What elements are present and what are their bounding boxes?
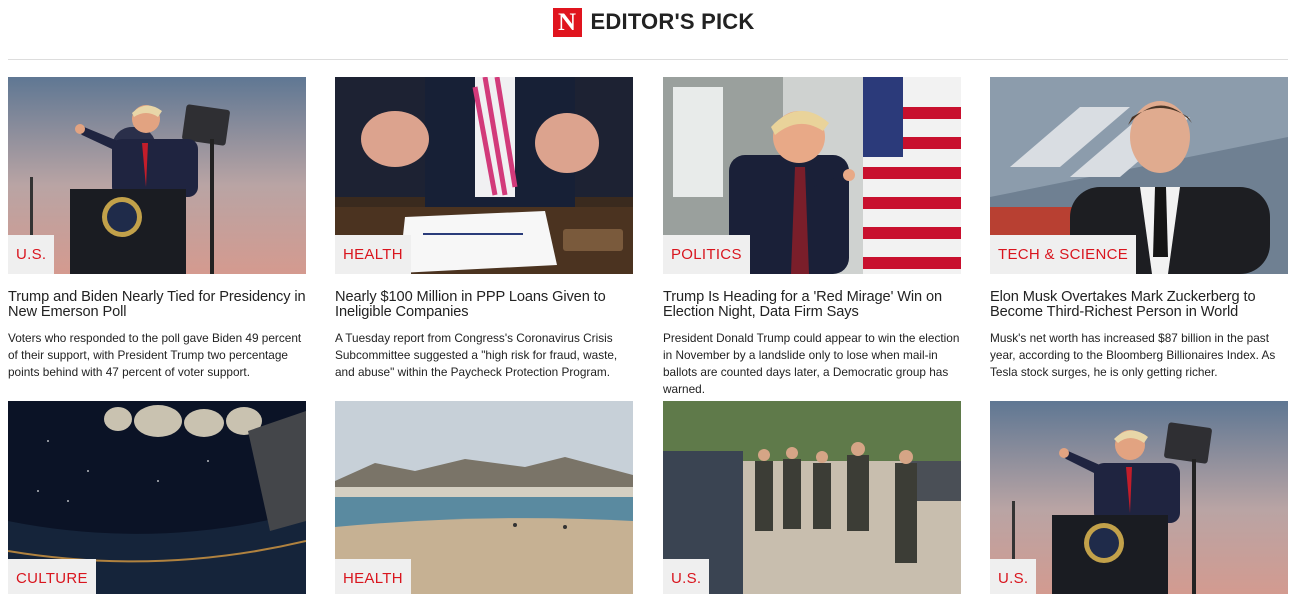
article-title[interactable]: Elon Musk Overtakes Mark Zuckerberg to B… bbox=[990, 290, 1288, 320]
article-summary: President Donald Trump could appear to w… bbox=[663, 331, 960, 396]
article-card[interactable]: U.S. Trump and Biden Nearly Tied for Pre… bbox=[8, 77, 306, 381]
article-card[interactable]: POLITICS Trump Is Heading for a 'Red Mir… bbox=[663, 77, 961, 398]
article-summary: A Tuesday report from Congress's Coronav… bbox=[335, 331, 618, 379]
article-image[interactable]: HEALTH bbox=[335, 77, 633, 274]
article-image[interactable]: CULTURE bbox=[8, 401, 306, 594]
category-tag[interactable]: HEALTH bbox=[335, 559, 411, 594]
article-title[interactable]: Trump Is Heading for a 'Red Mirage' Win … bbox=[663, 290, 961, 320]
article-image[interactable]: U.S. bbox=[663, 401, 961, 594]
article-card[interactable]: U.S. bbox=[663, 401, 961, 594]
article-image[interactable]: U.S. bbox=[8, 77, 306, 274]
article-card[interactable]: HEALTH bbox=[335, 401, 633, 594]
section-title: EDITOR'S PICK bbox=[590, 9, 755, 34]
article-image[interactable]: POLITICS bbox=[663, 77, 961, 274]
category-tag[interactable]: U.S. bbox=[990, 559, 1037, 594]
article-title[interactable]: Trump and Biden Nearly Tied for Presiden… bbox=[8, 290, 306, 320]
category-tag[interactable]: U.S. bbox=[663, 559, 710, 594]
article-title[interactable]: Nearly $100 Million in PPP Loans Given t… bbox=[335, 290, 633, 320]
article-image[interactable]: TECH & SCIENCE bbox=[990, 77, 1288, 274]
article-card[interactable]: TECH & SCIENCE Elon Musk Overtakes Mark … bbox=[990, 77, 1288, 381]
article-summary: Voters who responded to the poll gave Bi… bbox=[8, 331, 302, 379]
category-tag[interactable]: HEALTH bbox=[335, 235, 411, 274]
article-card[interactable]: CULTURE bbox=[8, 401, 306, 594]
article-image[interactable]: U.S. bbox=[990, 401, 1288, 594]
article-image[interactable]: HEALTH bbox=[335, 401, 633, 594]
category-tag[interactable]: TECH & SCIENCE bbox=[990, 235, 1137, 274]
newsweek-logo[interactable]: N bbox=[552, 7, 582, 37]
category-tag[interactable]: U.S. bbox=[8, 235, 55, 274]
article-summary: Musk's net worth has increased $87 billi… bbox=[990, 331, 1276, 379]
article-card[interactable]: U.S. bbox=[990, 401, 1288, 594]
category-tag[interactable]: POLITICS bbox=[663, 235, 750, 274]
header-divider bbox=[8, 59, 1288, 60]
section-header: N EDITOR'S PICK bbox=[0, 0, 1307, 44]
article-card[interactable]: HEALTH Nearly $100 Million in PPP Loans … bbox=[335, 77, 633, 381]
category-tag[interactable]: CULTURE bbox=[8, 559, 96, 594]
